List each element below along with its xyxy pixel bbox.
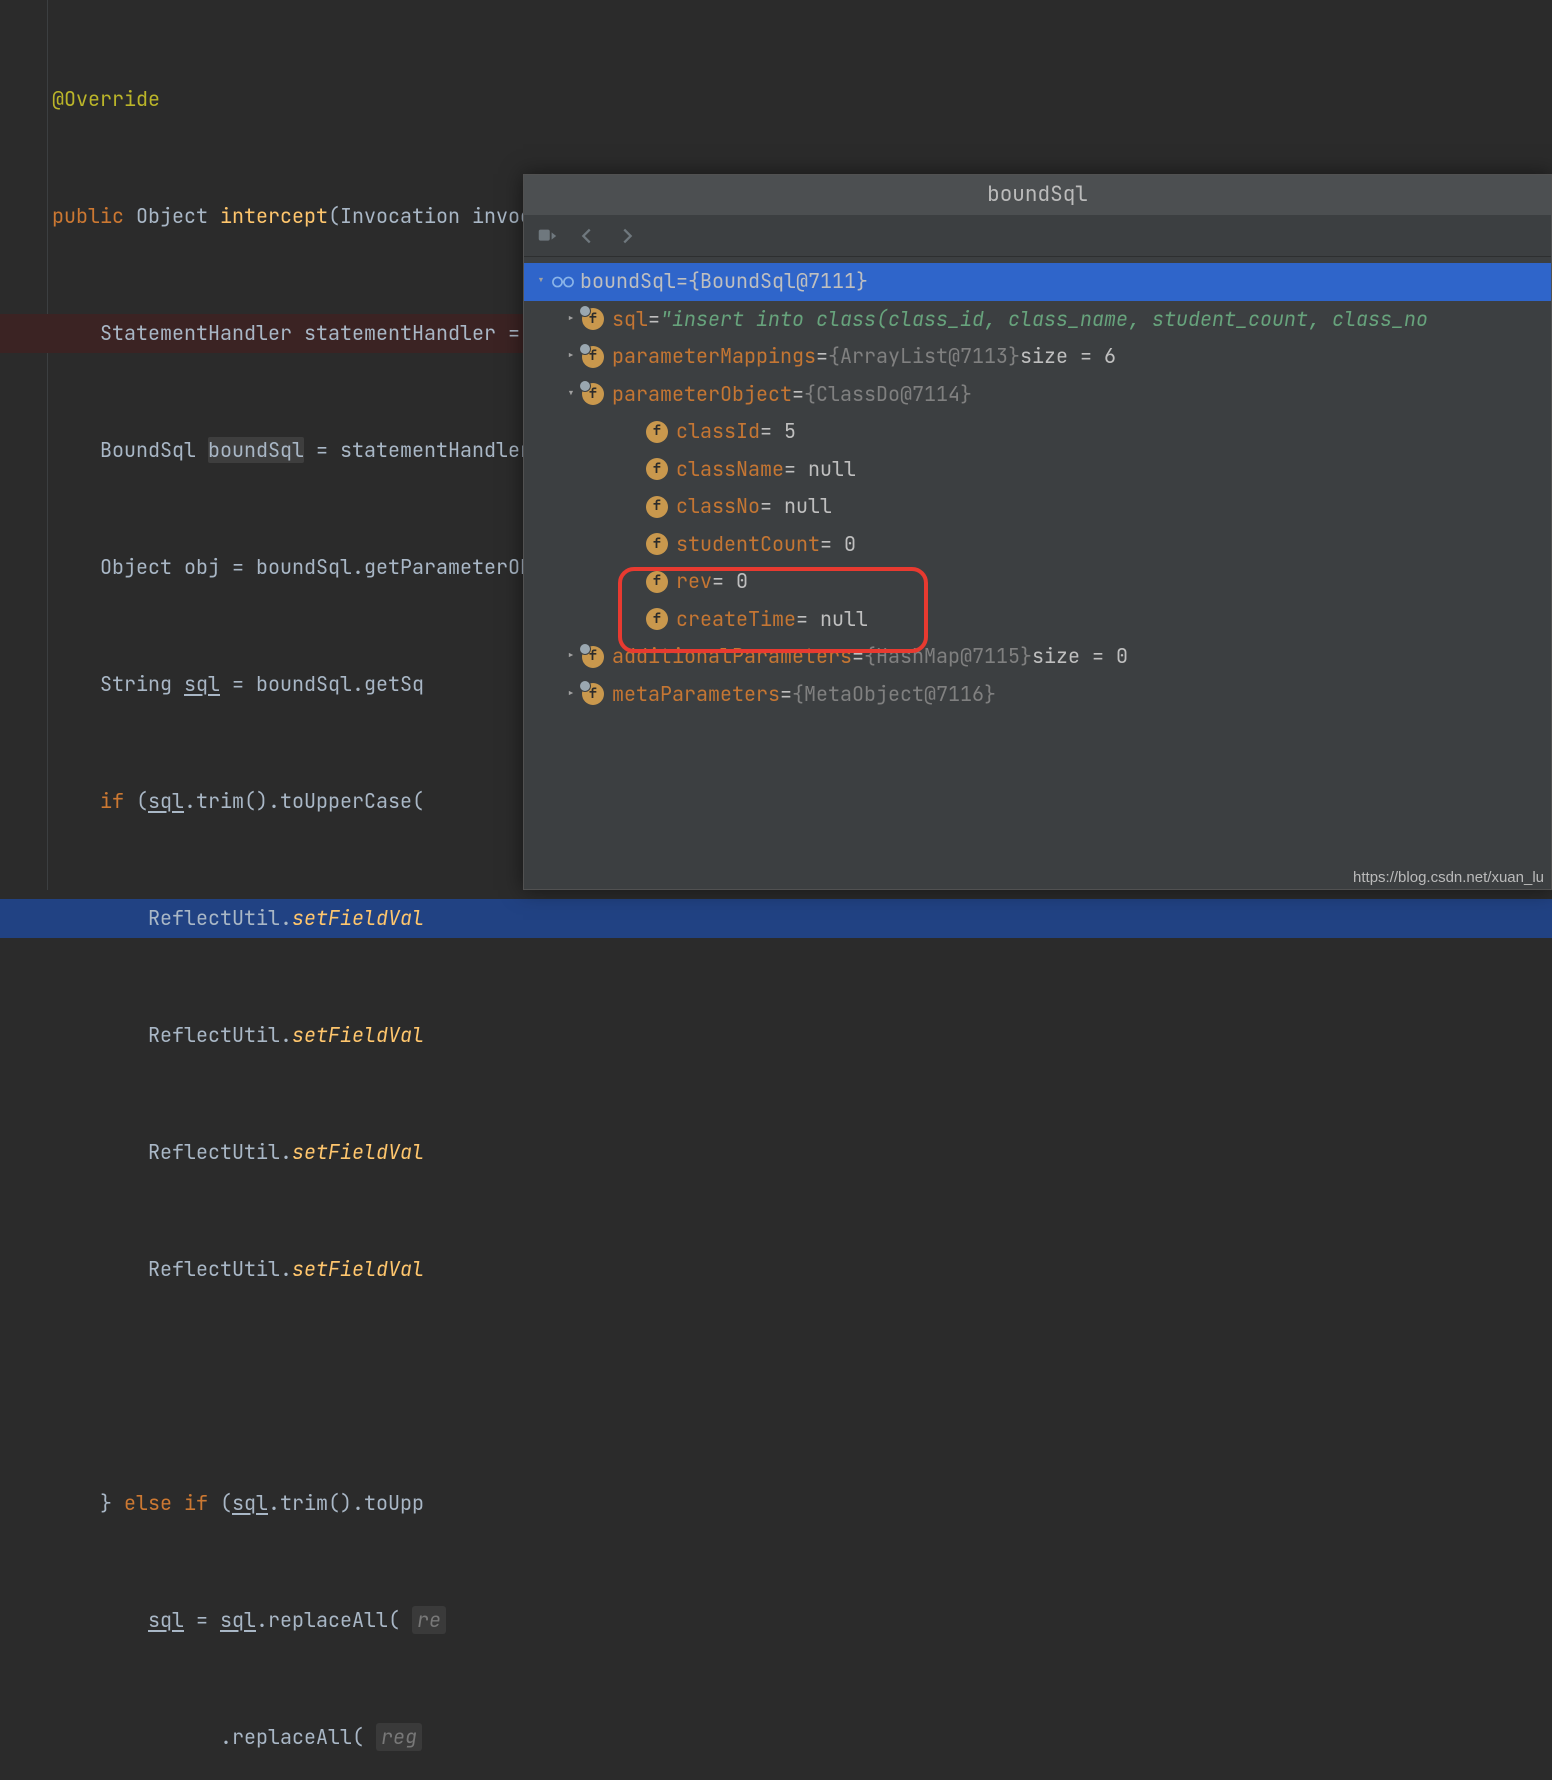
field-icon: f [646,421,668,443]
tree-node-classid[interactable]: f classId = 5 [524,413,1551,451]
tree-node-createtime[interactable]: f createTime = null [524,601,1551,639]
popup-toolbar [524,215,1551,257]
code-line: .replaceAll( reg [0,1718,1552,1757]
popup-title: boundSql [524,175,1551,215]
field-icon: f [646,458,668,480]
tree-node-rev[interactable]: f rev = 0 [524,563,1551,601]
expand-icon[interactable]: ▸ [560,301,582,339]
debugger-evaluate-popup[interactable]: boundSql ▾ boundSql = {BoundSql@7111} ▸ … [523,174,1552,890]
code-line-selected: ReflectUtil.setFieldVal [0,899,1552,938]
field-icon: f [582,383,604,405]
tree-node-classname[interactable]: f className = null [524,451,1551,489]
code-line: } else if (sql.trim().toUpp [0,1484,1552,1523]
expand-icon[interactable]: ▸ [560,676,582,714]
field-icon: f [646,533,668,555]
set-value-icon[interactable] [536,225,558,247]
field-icon: f [646,608,668,630]
tree-node-parameter-object[interactable]: ▾ f parameterObject = {ClassDo@7114} [524,376,1551,414]
field-icon: f [582,683,604,705]
collapse-icon[interactable]: ▾ [530,263,552,301]
tree-node-classno[interactable]: f classNo = null [524,488,1551,526]
variable-tree[interactable]: ▾ boundSql = {BoundSql@7111} ▸ f sql = "… [524,257,1551,713]
forward-icon[interactable] [616,225,638,247]
tree-node-meta-parameters[interactable]: ▸ f metaParameters = {MetaObject@7116} [524,676,1551,714]
field-icon: f [582,646,604,668]
code-line [0,1367,1552,1406]
watch-icon [552,271,574,293]
field-icon: f [582,346,604,368]
expand-icon[interactable]: ▸ [560,638,582,676]
code-line: @Override [0,80,1552,119]
code-line: sql = sql.replaceAll( re [0,1601,1552,1640]
watermark: https://blog.csdn.net/xuan_lu [1353,869,1544,886]
tree-node-sql[interactable]: ▸ f sql = "insert into class(class_id, c… [524,301,1551,339]
collapse-icon[interactable]: ▾ [560,376,582,414]
annotation: @Override [52,86,160,112]
expand-icon[interactable]: ▸ [560,338,582,376]
field-icon: f [582,308,604,330]
tree-node-studentcount[interactable]: f studentCount = 0 [524,526,1551,564]
back-icon[interactable] [576,225,598,247]
field-icon: f [646,571,668,593]
code-line: ReflectUtil.setFieldVal [0,1016,1552,1055]
tree-node-parameter-mappings[interactable]: ▸ f parameterMappings = {ArrayList@7113}… [524,338,1551,376]
code-line: ReflectUtil.setFieldVal [0,1133,1552,1172]
tree-root[interactable]: ▾ boundSql = {BoundSql@7111} [524,263,1551,301]
tree-node-additional-parameters[interactable]: ▸ f additionalParameters = {HashMap@7115… [524,638,1551,676]
field-icon: f [646,496,668,518]
code-line: ReflectUtil.setFieldVal [0,1250,1552,1289]
